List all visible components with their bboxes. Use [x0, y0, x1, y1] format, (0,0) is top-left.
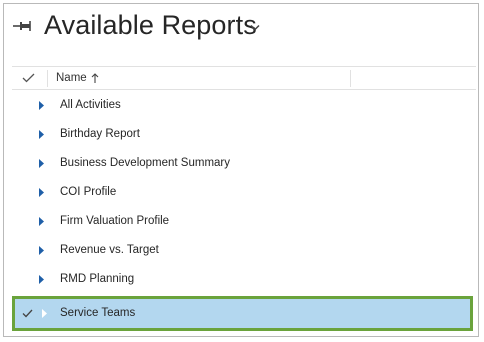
- list-item[interactable]: COI Profile: [12, 178, 476, 207]
- column-divider: [47, 70, 48, 87]
- checkmark-icon[interactable]: [22, 73, 35, 83]
- checkmark-icon[interactable]: [22, 309, 33, 318]
- expand-arrow-icon[interactable]: [39, 101, 44, 110]
- list-item[interactable]: Firm Valuation Profile: [12, 207, 476, 236]
- list-item[interactable]: Business Development Summary: [12, 149, 476, 178]
- expand-arrow-icon[interactable]: [39, 188, 44, 197]
- list-item[interactable]: Birthday Report: [12, 120, 476, 149]
- list-item-selected[interactable]: Service Teams: [15, 299, 470, 328]
- report-name[interactable]: Service Teams: [60, 299, 135, 328]
- list-item[interactable]: Revenue vs. Target: [12, 236, 476, 265]
- arrow-up-icon: [91, 73, 99, 83]
- column-header-name[interactable]: Name: [56, 67, 99, 89]
- expand-arrow-icon[interactable]: [39, 217, 44, 226]
- report-name[interactable]: Revenue vs. Target: [60, 236, 159, 265]
- expand-arrow-icon[interactable]: [42, 309, 47, 318]
- expand-arrow-icon[interactable]: [39, 275, 44, 284]
- expand-arrow-icon[interactable]: [39, 246, 44, 255]
- column-divider[interactable]: [350, 70, 351, 87]
- report-name[interactable]: Business Development Summary: [60, 149, 230, 178]
- report-name[interactable]: Birthday Report: [60, 120, 140, 149]
- expand-arrow-icon[interactable]: [39, 159, 44, 168]
- column-header-label: Name: [56, 72, 87, 84]
- list-item[interactable]: All Activities: [12, 91, 476, 120]
- page-title: Available Reports: [44, 10, 257, 40]
- report-list: All Activities Birthday Report Business …: [12, 91, 476, 294]
- panel-header: Available Reports: [4, 4, 478, 62]
- pin-icon[interactable]: [12, 19, 34, 33]
- expand-arrow-icon[interactable]: [39, 130, 44, 139]
- grid-header: Name: [12, 66, 476, 90]
- report-name[interactable]: Firm Valuation Profile: [60, 207, 169, 236]
- report-name[interactable]: All Activities: [60, 91, 121, 120]
- report-name[interactable]: RMD Planning: [60, 265, 134, 294]
- selected-row-highlight: Service Teams: [12, 296, 473, 331]
- list-item[interactable]: RMD Planning: [12, 265, 476, 294]
- report-name[interactable]: COI Profile: [60, 178, 116, 207]
- reports-panel: Available Reports Name All Activities Bi…: [3, 3, 479, 337]
- chevron-down-icon[interactable]: [250, 24, 260, 31]
